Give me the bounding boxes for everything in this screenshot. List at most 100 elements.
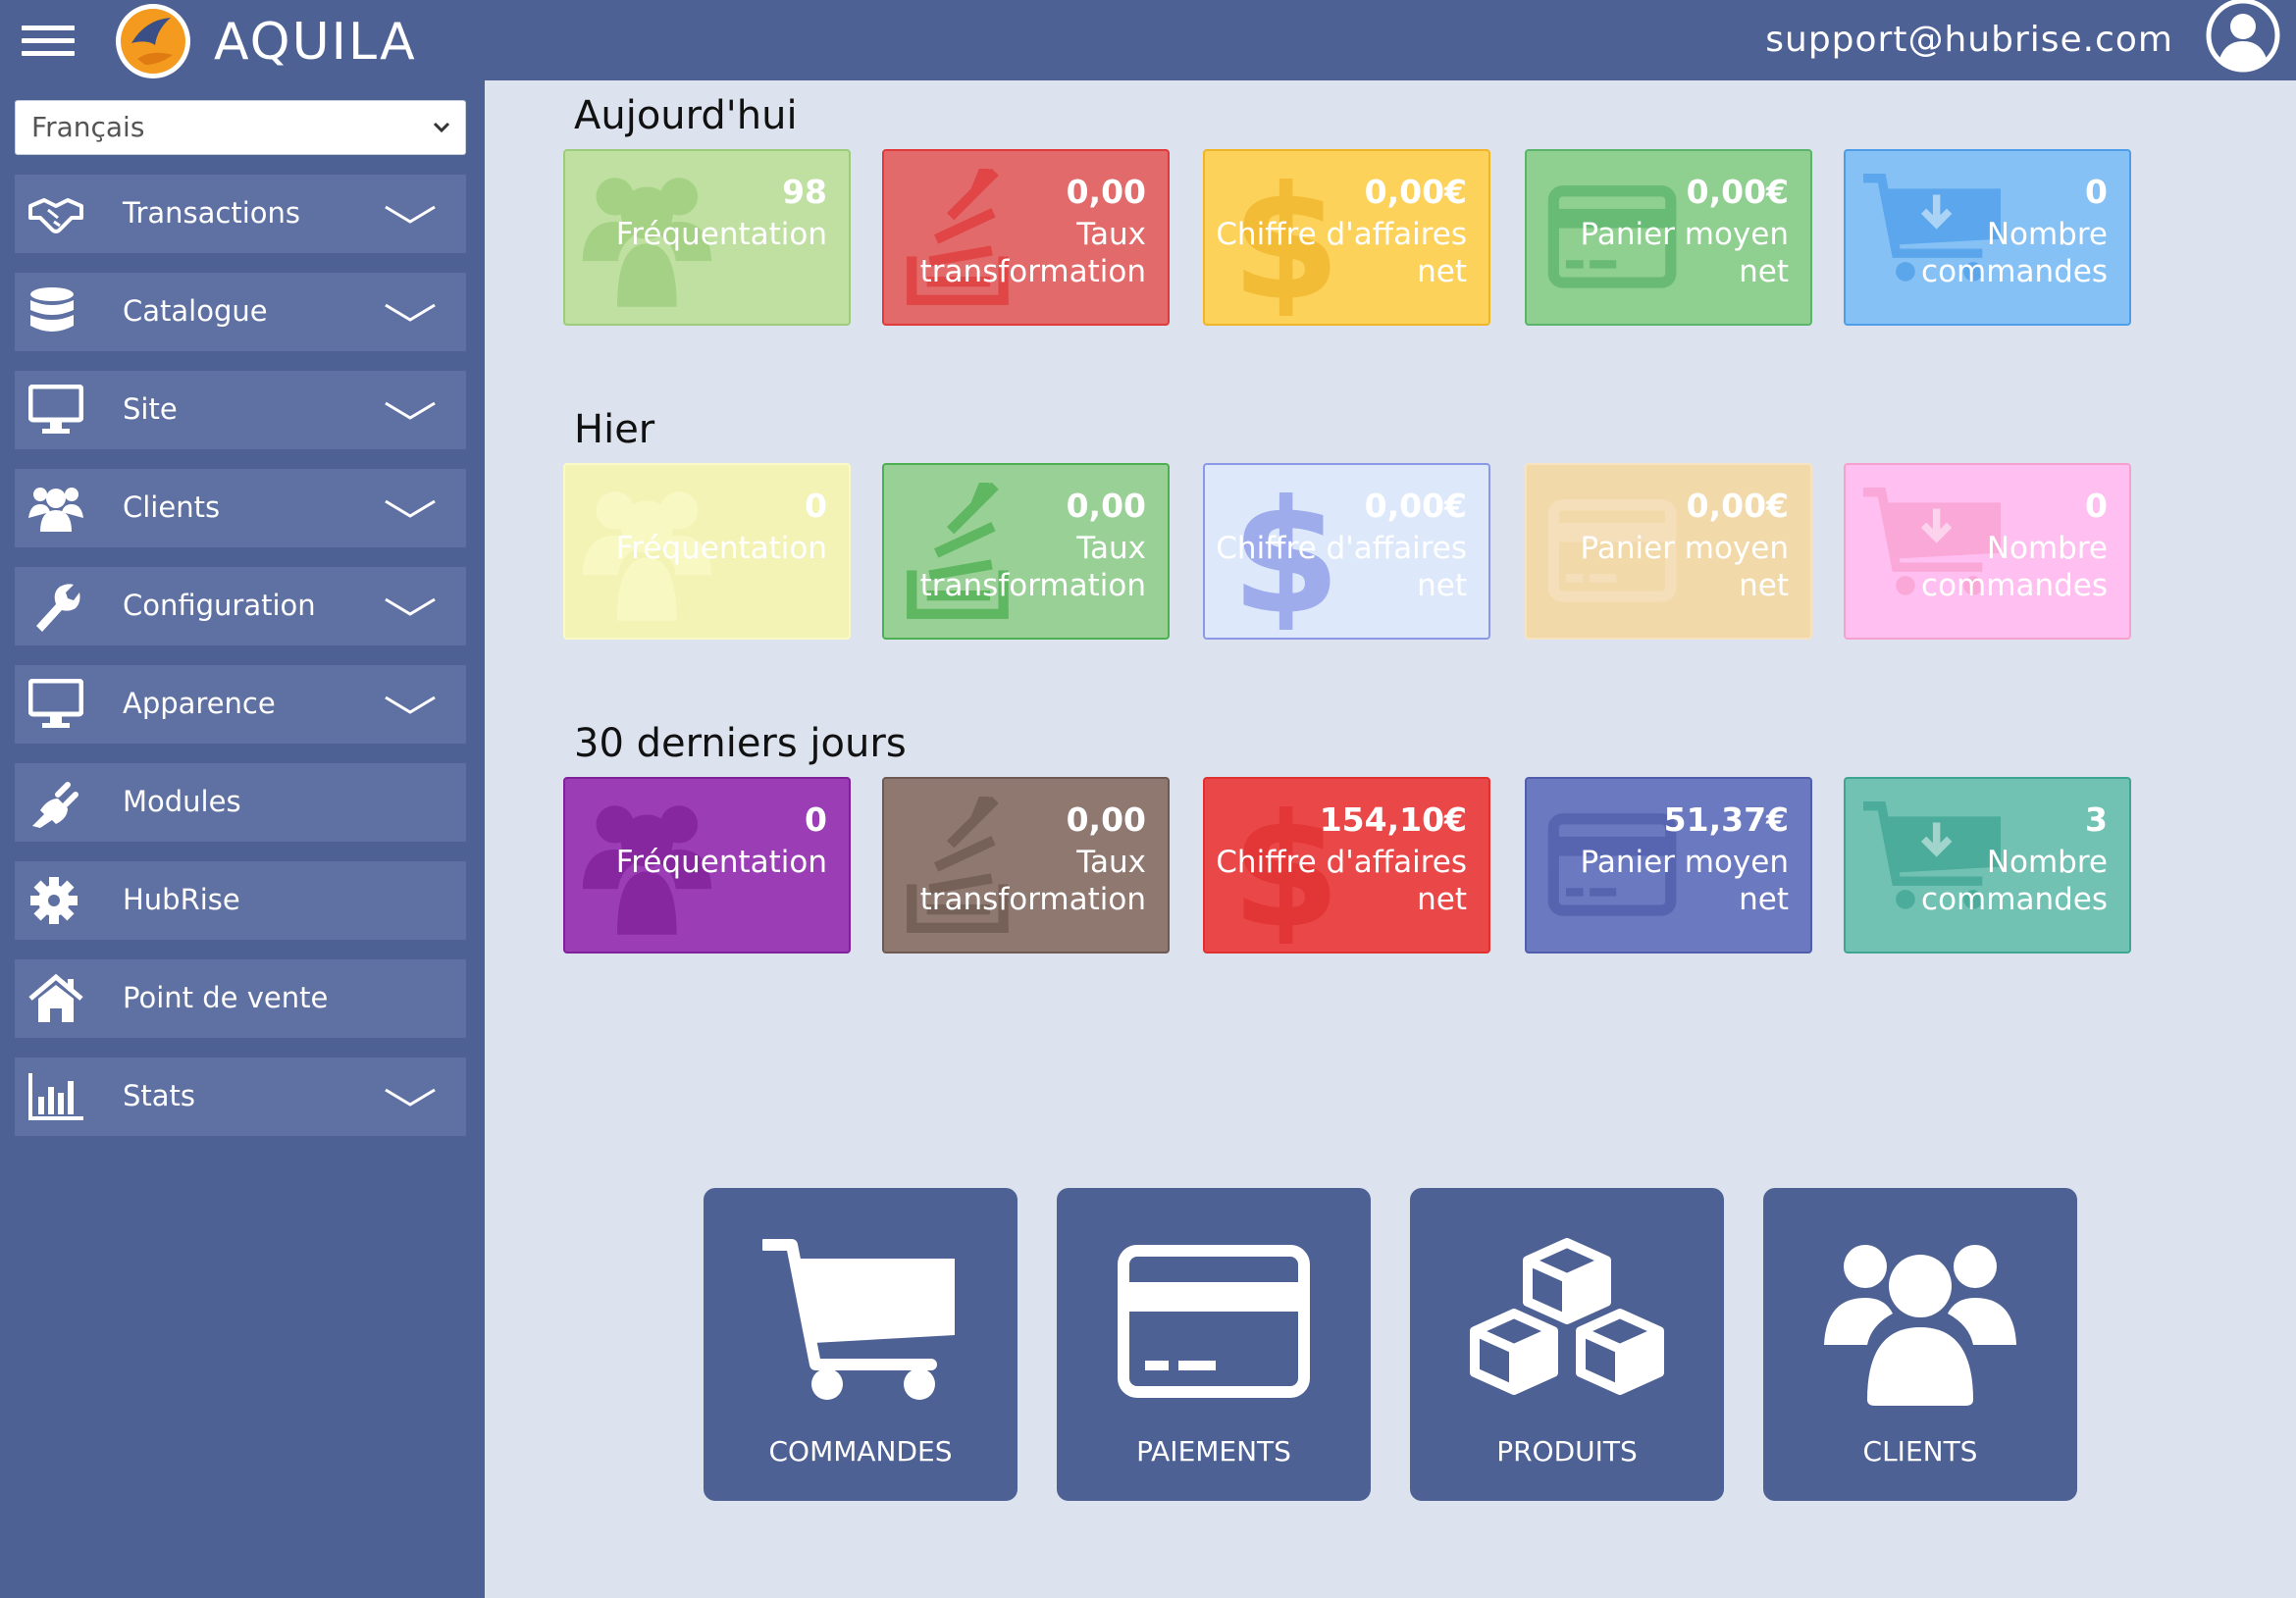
handshake-icon [28, 198, 83, 233]
user-email[interactable]: support@hubrise.com [1765, 20, 2173, 60]
sidebar-item-point-de-vente[interactable]: Point de vente [15, 959, 466, 1038]
plug-icon [32, 782, 78, 828]
stat-value: 0,00€ [1364, 487, 1467, 525]
chevron-down-icon [385, 401, 436, 420]
stat-value: 0 [805, 487, 827, 525]
users-icon [1824, 1245, 2016, 1406]
stat-value: 51,37€ [1663, 800, 1789, 839]
stat-card-chiffre-affaires[interactable]: $154,10€ Chiffre d'affaires net [1203, 777, 1490, 954]
chevron-down-icon [385, 1088, 436, 1107]
stat-label: Taux transformation [919, 217, 1146, 289]
cubes-icon [1470, 1238, 1664, 1395]
stat-card-taux-transformation[interactable]: 0,00 Taux transformation [882, 149, 1170, 326]
stat-card-taux-transformation[interactable]: 0,00 Taux transformation [882, 463, 1170, 640]
user-avatar-icon[interactable] [2204, 0, 2282, 75]
wrench-icon [36, 584, 80, 632]
stat-card-panier-moyen[interactable]: 51,37€ Panier moyen net [1525, 777, 1812, 954]
sidebar-item-hubrise[interactable]: HubRise [15, 861, 466, 940]
chevron-down-icon [433, 122, 450, 133]
stat-value: 0,00€ [1364, 173, 1467, 211]
users-icon [28, 488, 83, 532]
stat-label: Panier moyen net [1580, 531, 1789, 603]
stat-value: 98 [782, 173, 827, 211]
monitor-icon [28, 679, 83, 728]
sidebar-item-label: Modules [123, 785, 241, 818]
stat-value: 154,10€ [1319, 800, 1467, 839]
stat-label: Nombre commandes [1921, 845, 2108, 917]
stat-label: Chiffre d'affaires net [1216, 845, 1467, 917]
stat-value: 0 [2085, 487, 2108, 525]
chevron-down-icon [385, 696, 436, 714]
chevron-down-icon [385, 499, 436, 518]
top-bar: AQUILA support@hubrise.com [0, 0, 2296, 80]
stat-card-nombre-commandes[interactable]: 3 Nombre commandes [1844, 777, 2131, 954]
stat-value: 0 [2085, 173, 2108, 211]
aquila-logo-icon [116, 4, 190, 78]
cart-icon [762, 1239, 955, 1400]
sidebar-item-clients[interactable]: Clients [15, 469, 466, 547]
stat-label: Nombre commandes [1921, 217, 2108, 289]
database-icon [30, 287, 74, 332]
brand-name: AQUILA [214, 13, 417, 72]
stat-card-taux-transformation[interactable]: 0,00 Taux transformation [882, 777, 1170, 954]
stat-value: 0 [805, 800, 827, 839]
stat-label: Chiffre d'affaires net [1216, 217, 1467, 289]
stat-card-nombre-commandes[interactable]: 0 Nombre commandes [1844, 463, 2131, 640]
home-icon [28, 973, 83, 1022]
stat-card-nombre-commandes[interactable]: 0 Nombre commandes [1844, 149, 2131, 326]
stat-label: Fréquentation [615, 531, 827, 566]
bar-chart-icon [28, 1073, 83, 1120]
sidebar-item-configuration[interactable]: Configuration [15, 567, 466, 645]
stat-card-chiffre-affaires[interactable]: $0,00€ Chiffre d'affaires net [1203, 463, 1490, 640]
sidebar-item-catalogue[interactable]: Catalogue [15, 273, 466, 351]
stat-label: Fréquentation [615, 217, 827, 252]
tile-label: PAIEMENTS [1136, 1435, 1291, 1468]
stat-label: Taux transformation [919, 845, 1146, 917]
sidebar-item-apparence[interactable]: Apparence [15, 665, 466, 744]
stat-card-chiffre-affaires[interactable]: $0,00€ Chiffre d'affaires net [1203, 149, 1490, 326]
chevron-down-icon [385, 597, 436, 616]
stat-card-panier-moyen[interactable]: 0,00€ Panier moyen net [1525, 463, 1812, 640]
stat-value: 3 [2085, 800, 2108, 839]
sidebar-item-label: Catalogue [123, 294, 268, 328]
orders-tile[interactable]: COMMANDES [704, 1188, 1018, 1501]
chevron-down-icon [385, 205, 436, 224]
sidebar-item-label: HubRise [123, 883, 240, 916]
tile-label: CLIENTS [1862, 1435, 1978, 1468]
sidebar-item-label: Point de vente [123, 981, 329, 1014]
stat-value: 0,00 [1066, 173, 1146, 211]
chevron-down-icon [385, 303, 436, 322]
sidebar-item-label: Configuration [123, 589, 316, 622]
stat-card-frequentation[interactable]: 0 Fréquentation [563, 463, 851, 640]
menu-toggle-icon[interactable] [22, 26, 75, 57]
stat-label: Fréquentation [615, 845, 827, 880]
sidebar-item-label: Transactions [123, 196, 301, 230]
section-title-today: Aujourd'hui [574, 93, 798, 138]
stat-card-frequentation[interactable]: 98 Fréquentation [563, 149, 851, 326]
stat-card-frequentation[interactable]: 0 Fréquentation [563, 777, 851, 954]
sidebar: Français Transactions Catalogue Site Cli… [0, 80, 485, 1598]
stat-card-panier-moyen[interactable]: 0,00€ Panier moyen net [1525, 149, 1812, 326]
clients-tile[interactable]: CLIENTS [1763, 1188, 2077, 1501]
sidebar-item-label: Site [123, 392, 178, 426]
sidebar-item-modules[interactable]: Modules [15, 763, 466, 842]
language-select[interactable]: Français [15, 100, 466, 155]
monitor-icon [28, 385, 83, 434]
payments-tile[interactable]: PAIEMENTS [1057, 1188, 1371, 1501]
products-tile[interactable]: PRODUITS [1410, 1188, 1724, 1501]
sidebar-item-stats[interactable]: Stats [15, 1057, 466, 1136]
sidebar-nav: Transactions Catalogue Site Clients Conf… [15, 175, 466, 1156]
stat-label: Panier moyen net [1580, 217, 1789, 289]
sidebar-item-label: Apparence [123, 687, 276, 720]
tile-label: COMMANDES [768, 1435, 953, 1468]
tile-label: PRODUITS [1496, 1435, 1638, 1468]
section-title-last-30-days: 30 derniers jours [574, 721, 907, 766]
stat-label: Chiffre d'affaires net [1216, 531, 1467, 603]
sidebar-item-transactions[interactable]: Transactions [15, 175, 466, 253]
section-title-yesterday: Hier [574, 407, 655, 452]
language-select-value: Français [31, 111, 145, 143]
sidebar-item-label: Clients [123, 490, 221, 524]
sidebar-item-site[interactable]: Site [15, 371, 466, 449]
stat-value: 0,00 [1066, 487, 1146, 525]
stat-label: Nombre commandes [1921, 531, 2108, 603]
